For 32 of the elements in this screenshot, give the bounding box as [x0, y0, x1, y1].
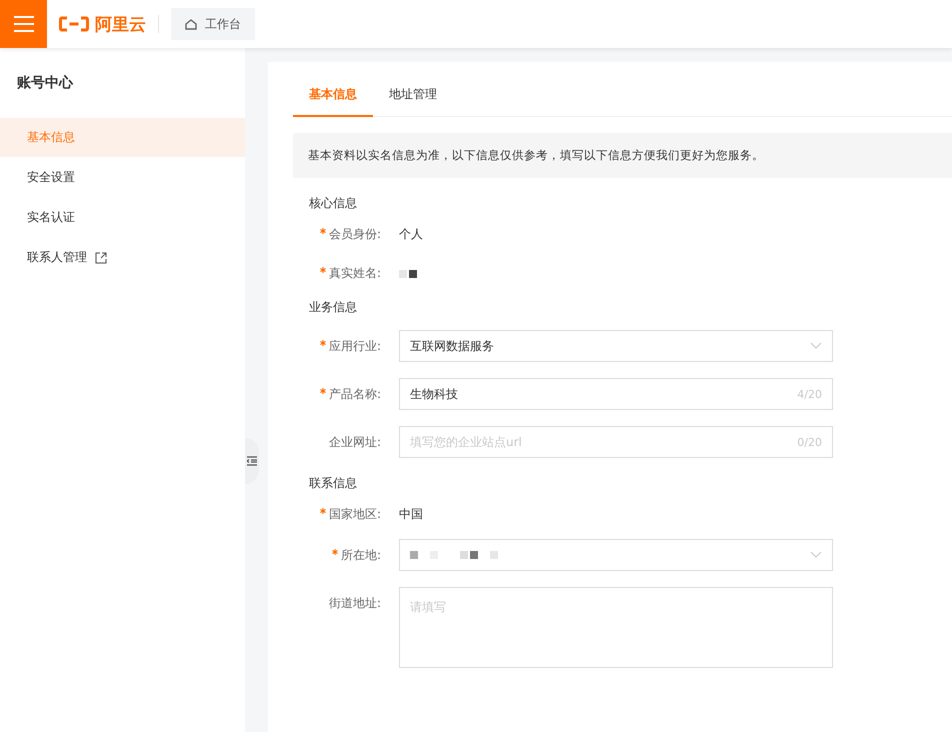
home-icon [185, 18, 197, 30]
collapse-icon [247, 456, 257, 466]
workbench-button[interactable]: 工作台 [171, 8, 255, 40]
select-field[interactable] [399, 539, 833, 571]
sidebar-item[interactable]: 安全设置 [0, 158, 245, 197]
field-label: 国家地区: [328, 507, 381, 521]
section-title: 联系信息 [309, 475, 358, 492]
field-value: 中国 [399, 506, 423, 523]
field-label: 所在地: [340, 548, 381, 562]
sidebar-title: 账号中心 [17, 74, 74, 92]
logo-text: 阿里云 [95, 14, 146, 36]
field-label: 街道地址: [328, 596, 381, 610]
tab[interactable]: 地址管理 [373, 74, 453, 117]
section-title: 核心信息 [309, 195, 358, 212]
chevron-down-icon [810, 342, 822, 350]
menu-icon [14, 16, 34, 32]
field-value: 个人 [399, 226, 423, 243]
field-label: 企业网址: [328, 434, 381, 448]
field-label: 会员身份: [328, 227, 381, 241]
menu-button[interactable] [0, 0, 47, 48]
field-label: 真实姓名: [328, 266, 381, 280]
field-label: 产品名称: [328, 386, 381, 400]
redacted-text-drawing [399, 268, 419, 278]
section-title: 业务信息 [309, 299, 358, 316]
logo-icon [59, 16, 89, 32]
notice-banner: 基本资料以实名信息为准，以下信息仅供参考，填写以下信息方便我们更好为您服务。 [293, 133, 952, 178]
chevron-down-icon [810, 551, 822, 559]
select-field[interactable]: 互联网数据服务 [399, 330, 833, 362]
field-label: 应用行业: [328, 338, 381, 352]
sidebar-item[interactable]: 实名认证 [0, 198, 245, 237]
sidebar-item[interactable]: 联系人管理 [0, 238, 245, 277]
collapse-button[interactable] [245, 438, 259, 484]
